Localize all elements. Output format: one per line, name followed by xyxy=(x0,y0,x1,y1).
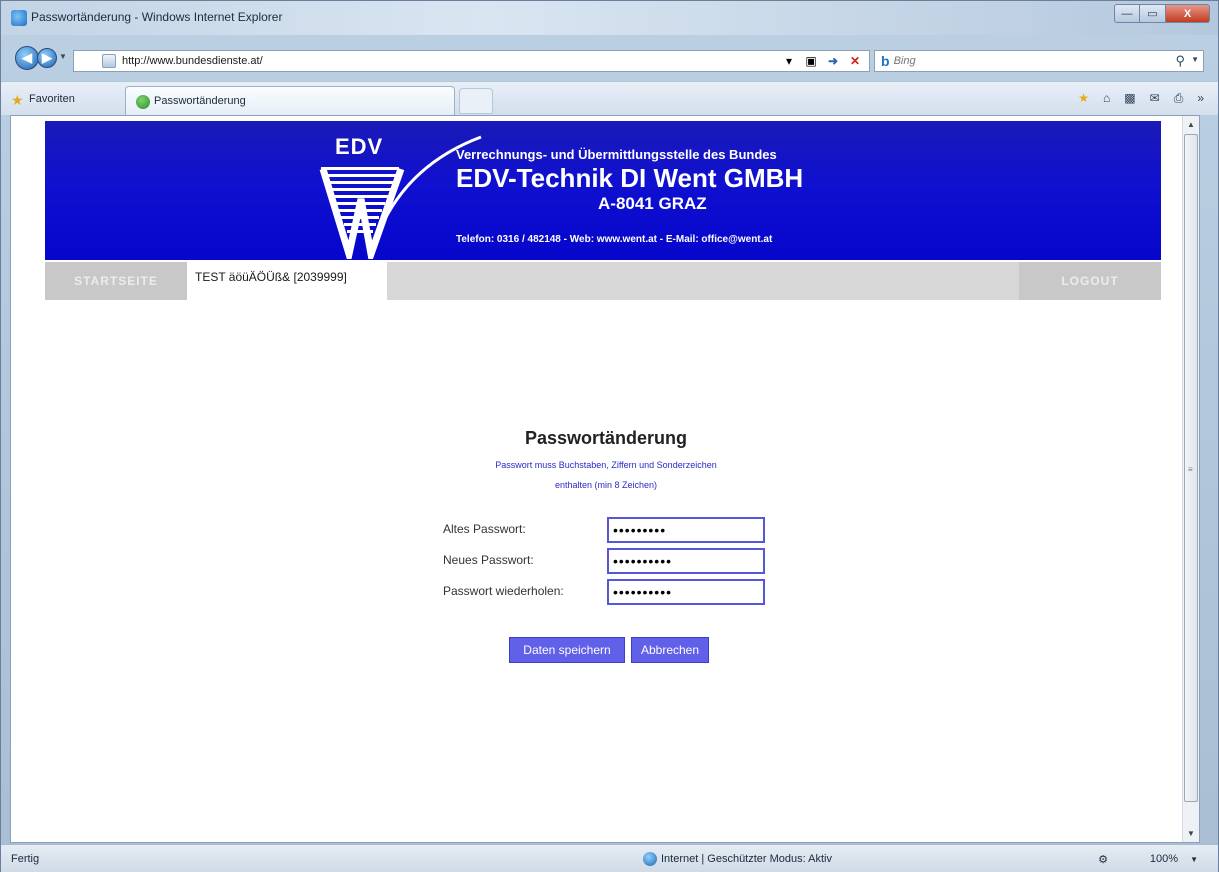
status-text: Fertig xyxy=(11,853,40,865)
protected-mode-icon[interactable]: ⚙ xyxy=(1098,853,1108,866)
url-dropdown-icon[interactable]: ▾ xyxy=(781,54,797,68)
password-hint-line1: Passwort muss Buchstaben, Ziffern und So… xyxy=(495,460,717,470)
new-password-label: Neues Passwort: xyxy=(443,553,534,567)
tab-passwortaenderung[interactable]: Passwortänderung xyxy=(125,86,455,116)
forward-button[interactable]: ▶ xyxy=(37,48,57,68)
add-favorites-icon[interactable]: ★ xyxy=(1078,91,1089,106)
repeat-password-field[interactable] xyxy=(607,579,765,605)
user-label: TEST äöüÄÖÜß& [2039999] xyxy=(187,262,387,300)
old-password-label: Altes Passwort: xyxy=(443,522,526,536)
new-password-field[interactable] xyxy=(607,548,765,574)
search-input[interactable] xyxy=(893,55,1144,67)
favorites-bar: ★ Favoriten Passwortänderung ★ ⌂ ▩ ✉ ⎙ » xyxy=(1,81,1218,116)
ie-icon xyxy=(11,10,27,26)
cancel-button[interactable]: Abbrechen xyxy=(631,637,709,663)
tab-label: Passwortänderung xyxy=(154,95,246,107)
search-dropdown-icon[interactable]: ▼ xyxy=(1191,55,1199,64)
back-button[interactable]: ◀ xyxy=(15,46,39,70)
internet-zone-icon xyxy=(643,852,657,866)
minimize-button[interactable]: — xyxy=(1114,4,1140,23)
site-banner: EDV Verrechnungs- und Übermittlungsstell… xyxy=(45,121,1161,260)
zoom-dropdown-icon[interactable]: ▼ xyxy=(1190,855,1198,864)
maximize-button[interactable]: ▭ xyxy=(1140,4,1166,23)
command-bar: ★ ⌂ ▩ ✉ ⎙ » xyxy=(1078,91,1204,106)
favorites-button[interactable]: Favoriten xyxy=(29,93,75,105)
scroll-grip-icon: ≡ xyxy=(1188,465,1193,474)
compatibility-view-icon[interactable]: ▣ xyxy=(803,54,819,68)
password-hint: Passwort muss Buchstaben, Ziffern und So… xyxy=(401,455,811,495)
title-bar: Passwortänderung - Windows Internet Expl… xyxy=(1,1,1218,35)
url-input[interactable] xyxy=(122,55,722,67)
status-bar: Fertig Internet | Geschützter Modus: Akt… xyxy=(1,844,1218,872)
password-hint-line2: enthalten (min 8 Zeichen) xyxy=(554,480,658,490)
old-password-field[interactable] xyxy=(607,517,765,543)
page-viewport: EDV Verrechnungs- und Übermittlungsstell… xyxy=(10,115,1200,843)
more-tools-icon[interactable]: » xyxy=(1197,91,1204,106)
new-tab-button[interactable] xyxy=(459,88,493,114)
window-controls: — ▭ X xyxy=(1114,4,1210,23)
search-icon[interactable]: ⚲ xyxy=(1175,53,1185,69)
contact-line: Telefon: 0316 / 482148 - Web: www.went.a… xyxy=(456,234,773,245)
url-box: ▾ ▣ ➜ ✕ xyxy=(73,50,870,72)
startseite-link[interactable]: STARTSEITE xyxy=(45,262,187,300)
repeat-password-label: Passwort wiederholen: xyxy=(443,584,564,598)
mail-icon[interactable]: ✉ xyxy=(1150,91,1160,106)
page-icon xyxy=(102,54,116,68)
go-icon[interactable]: ➜ xyxy=(825,54,841,68)
scroll-thumb[interactable]: ≡ xyxy=(1184,134,1198,802)
address-bar: ◀ ▶ ▼ ▾ ▣ ➜ ✕ b ⚲ ▼ xyxy=(1,35,1218,81)
history-dropdown-icon[interactable]: ▼ xyxy=(59,52,67,61)
zoom-level[interactable]: 100% xyxy=(1150,853,1178,865)
print-icon[interactable]: ⎙ xyxy=(1174,91,1184,106)
search-box: b ⚲ ▼ xyxy=(874,50,1204,72)
company-city: A-8041 GRAZ xyxy=(598,194,707,213)
close-button[interactable]: X xyxy=(1166,4,1210,23)
page-title: Passwortänderung xyxy=(524,428,688,448)
scroll-down-icon[interactable]: ▼ xyxy=(1183,825,1199,842)
logout-link[interactable]: LOGOUT xyxy=(1019,262,1161,300)
vertical-scrollbar[interactable]: ▲ ≡ ▼ xyxy=(1182,116,1199,842)
favorites-star-icon[interactable]: ★ xyxy=(11,92,24,109)
stop-icon[interactable]: ✕ xyxy=(847,54,863,68)
logo-text: EDV xyxy=(335,134,384,159)
security-zone[interactable]: Internet | Geschützter Modus: Aktiv xyxy=(661,853,832,865)
tab-page-icon xyxy=(136,95,150,109)
home-icon[interactable]: ⌂ xyxy=(1103,91,1110,106)
bing-logo-icon: b xyxy=(881,53,890,69)
company-name: EDV-Technik DI Went GMBH xyxy=(456,163,804,193)
url-tools: ▾ ▣ ➜ ✕ xyxy=(781,54,863,68)
nav-strip: STARTSEITE TEST äöüÄÖÜß& [2039999] LOGOU… xyxy=(45,262,1161,300)
browser-window: Passwortänderung - Windows Internet Expl… xyxy=(0,0,1219,872)
scroll-up-icon[interactable]: ▲ xyxy=(1183,116,1199,133)
save-button[interactable]: Daten speichern xyxy=(509,637,625,663)
feeds-icon[interactable]: ▩ xyxy=(1124,91,1135,106)
window-title: Passwortänderung - Windows Internet Expl… xyxy=(31,10,283,24)
banner-subtitle: Verrechnungs- und Übermittlungsstelle de… xyxy=(456,147,777,162)
